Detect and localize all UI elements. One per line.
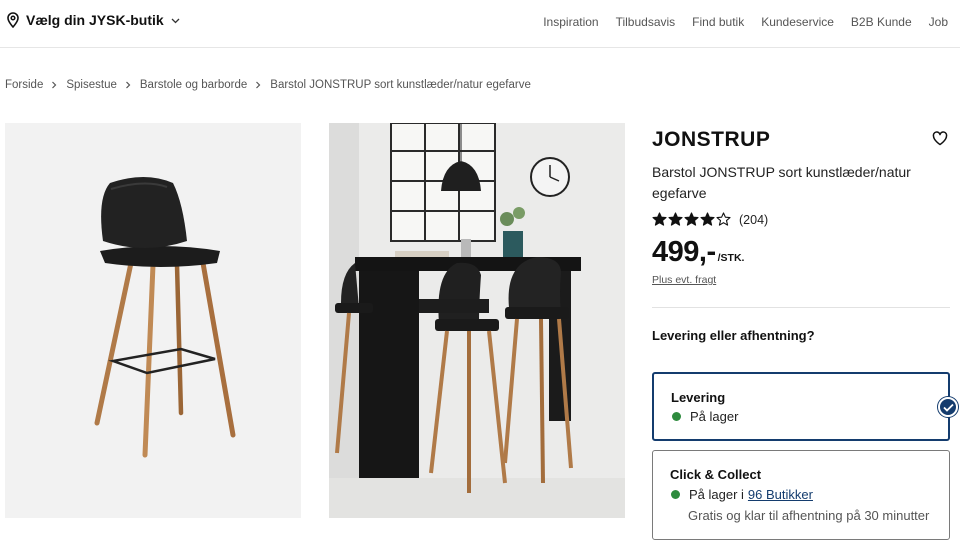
chevron-right-icon (52, 81, 57, 89)
heart-icon[interactable] (932, 131, 948, 146)
divider (652, 307, 950, 308)
top-bar: Vælg din JYSK-butik Inspiration Tilbudsa… (0, 0, 960, 48)
nav-job[interactable]: Job (929, 15, 948, 29)
star-filled-icon (668, 212, 683, 226)
product-image-main[interactable] (5, 123, 301, 518)
chevron-right-icon (125, 81, 131, 89)
product-info: JONSTRUP Barstol JONSTRUP sort kunstlæde… (652, 128, 950, 343)
price-unit: /STK. (717, 252, 745, 264)
room-scene-illustration (329, 123, 625, 518)
store-selector[interactable]: Vælg din JYSK-butik (6, 12, 180, 28)
star-filled-icon (684, 212, 699, 226)
star-empty-icon (716, 212, 731, 226)
click-collect-option[interactable]: Click & Collect På lager i 96 Butikker G… (652, 450, 950, 540)
star-filled-icon (652, 212, 667, 226)
in-stock-dot-icon (672, 412, 681, 421)
delivery-option[interactable]: Levering På lager (652, 372, 958, 441)
nav-b2b-kunde[interactable]: B2B Kunde (851, 15, 912, 29)
click-collect-title: Click & Collect (670, 467, 762, 482)
product-rating[interactable]: (204) (652, 212, 950, 227)
freight-link[interactable]: Plus evt. fragt (652, 274, 716, 286)
nav-find-butik[interactable]: Find butik (692, 15, 744, 29)
stores-link[interactable]: 96 Butikker (748, 487, 813, 502)
chevron-down-icon (171, 18, 180, 23)
nav-tilbudsavis[interactable]: Tilbudsavis (616, 15, 676, 29)
bar-stool-illustration (5, 123, 301, 518)
product-price: 499,- (652, 236, 716, 268)
selected-checkmark-icon (938, 397, 958, 417)
review-count: (204) (739, 212, 769, 227)
breadcrumb: Forside Spisestue Barstole og barborde B… (5, 79, 531, 91)
price-row: 499,- /STK. (652, 236, 950, 269)
nav-inspiration[interactable]: Inspiration (543, 15, 598, 29)
star-filled-icon (700, 212, 715, 226)
breadcrumb-spisestue[interactable]: Spisestue (66, 79, 117, 91)
top-navigation: Inspiration Tilbudsavis Find butik Kunde… (543, 15, 948, 29)
delivery-title: Levering (671, 390, 726, 405)
in-stock-dot-icon (671, 490, 680, 499)
chevron-right-icon (256, 81, 261, 89)
delivery-stock-status: På lager (672, 409, 738, 424)
fulfilment-question: Levering eller afhentning? (652, 328, 815, 343)
product-image-room[interactable] (329, 123, 625, 518)
breadcrumb-current-product[interactable]: Barstol JONSTRUP sort kunstlæder/natur e… (270, 79, 531, 91)
product-description: Barstol JONSTRUP sort kunstlæder/natur e… (652, 164, 911, 201)
delivery-stock-text: På lager (690, 409, 739, 424)
collect-stock-text: På lager i (689, 487, 744, 502)
location-pin-icon (7, 12, 19, 28)
collect-stock-status: På lager i 96 Butikker (671, 487, 813, 502)
product-brand: JONSTRUP (652, 128, 771, 151)
nav-kundeservice[interactable]: Kundeservice (761, 15, 834, 29)
breadcrumb-barstole[interactable]: Barstole og barborde (140, 79, 247, 91)
store-selector-label: Vælg din JYSK-butik (26, 12, 164, 28)
rating-stars (652, 212, 731, 227)
collect-note: Gratis og klar til afhentning på 30 minu… (688, 508, 930, 523)
breadcrumb-forside[interactable]: Forside (5, 79, 43, 91)
